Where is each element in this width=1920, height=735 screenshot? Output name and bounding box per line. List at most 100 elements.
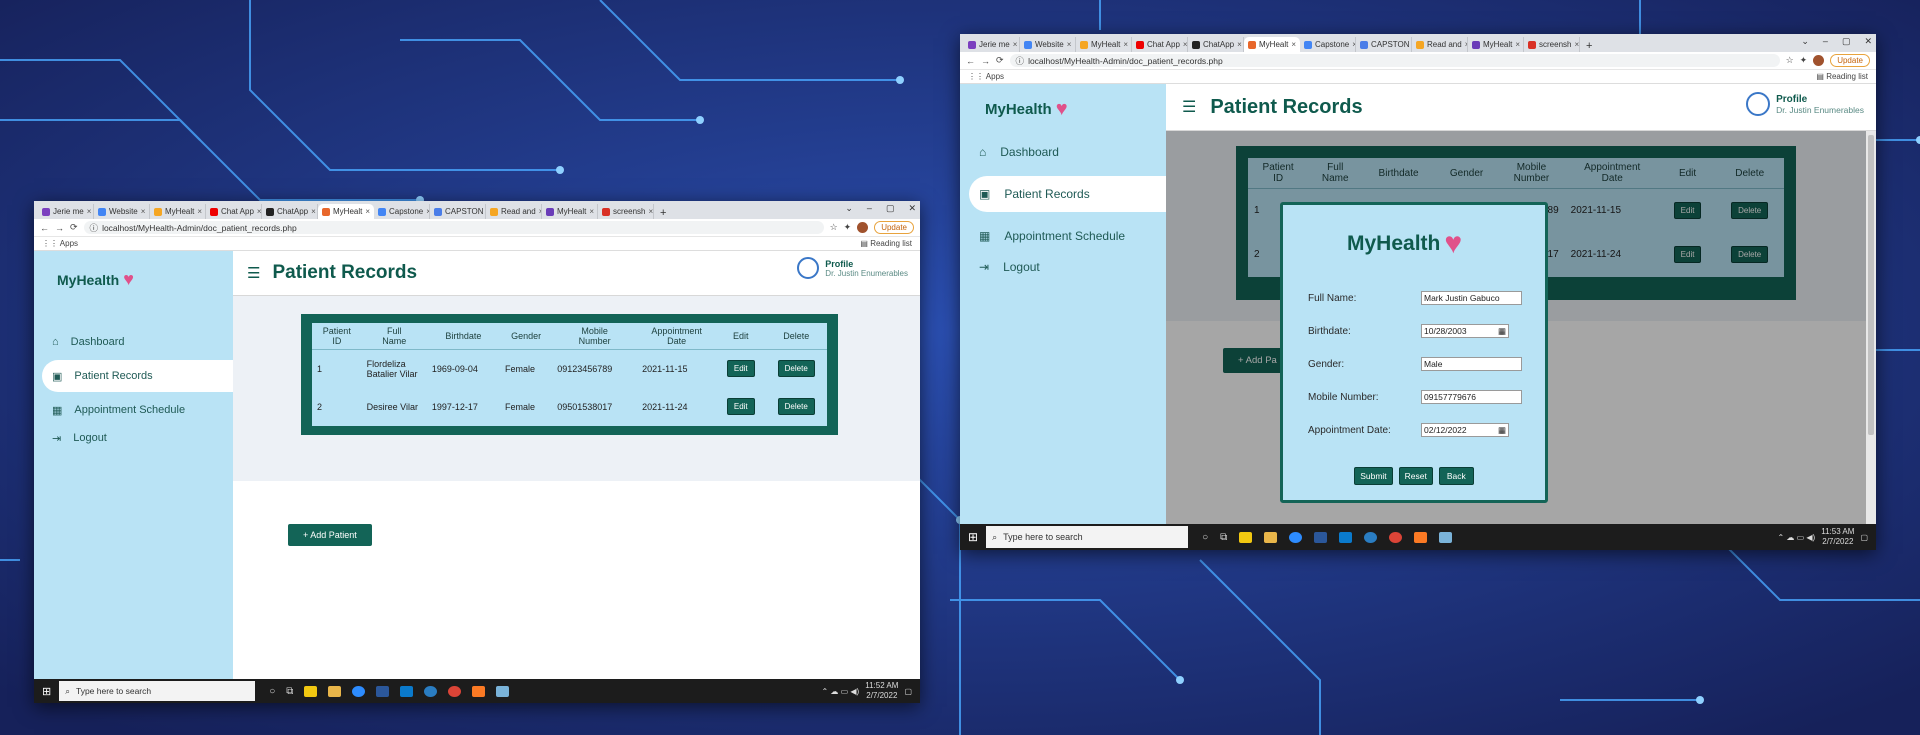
profile-block[interactable]: Profile Dr. Justin Enumerables xyxy=(797,257,908,279)
close-tab-icon[interactable]: × xyxy=(1067,40,1072,49)
mobile-number-input[interactable]: 09157779676 xyxy=(1421,390,1522,404)
browser-tab[interactable]: ChatApp × xyxy=(262,204,318,219)
hamburger-icon[interactable]: ☰ xyxy=(247,264,260,282)
close-tab-icon[interactable]: × xyxy=(589,207,594,216)
reading-list-button[interactable]: ▤ Reading list xyxy=(1816,72,1868,81)
extensions-icon[interactable]: ✦ xyxy=(1800,55,1808,66)
calendar-icon[interactable]: ▦ xyxy=(1498,326,1506,337)
browser-tab[interactable]: Capstone× xyxy=(374,204,430,219)
browser-tab[interactable]: CAPSTON× xyxy=(430,204,486,219)
chrome-icon[interactable] xyxy=(1389,531,1403,543)
gender-input[interactable]: Male xyxy=(1421,357,1522,371)
cortana-icon[interactable]: ○ xyxy=(1202,532,1208,543)
delete-button[interactable]: Delete xyxy=(777,398,815,415)
task-view-icon[interactable]: ⧉ xyxy=(1220,532,1227,543)
browser-tab[interactable]: Jerie me × xyxy=(964,37,1020,52)
chrome-icon[interactable] xyxy=(448,685,462,697)
browser-tab[interactable]: MyHealt × xyxy=(1244,37,1300,52)
nav-item-patient-records[interactable]: ▣ Patient Records xyxy=(42,360,233,392)
taskbar-search[interactable]: ⌕ Type here to search xyxy=(986,526,1189,548)
browser-tab[interactable]: Chat App × xyxy=(1132,37,1188,52)
browser-tab[interactable]: Jerie me × xyxy=(38,204,94,219)
apps-shortcut[interactable]: ⋮⋮ Apps xyxy=(42,239,78,248)
appointment-date-input[interactable]: 02/12/2022 ▦ xyxy=(1421,423,1509,437)
browser-tab[interactable]: Chat App × xyxy=(206,204,262,219)
reset-button[interactable]: Reset xyxy=(1398,467,1433,485)
file-explorer-icon[interactable] xyxy=(328,685,342,697)
clock[interactable]: 11:53 AM 2/7/2022 xyxy=(1821,527,1854,546)
close-tab-icon[interactable]: × xyxy=(87,207,92,216)
windows-start-icon[interactable]: ⊞ xyxy=(42,685,51,698)
word-icon[interactable] xyxy=(1314,531,1328,543)
close-tab-icon[interactable]: × xyxy=(311,207,316,216)
task-view-icon[interactable]: ⧉ xyxy=(286,686,293,697)
forward-icon[interactable]: → xyxy=(981,56,990,66)
chevron-down-icon[interactable]: ⌄ xyxy=(1801,36,1809,47)
minimize-icon[interactable]: – xyxy=(1823,36,1828,47)
address-bar[interactable]: ⓘ localhost/MyHealth-Admin/doc_patient_re… xyxy=(1009,54,1780,67)
xampp-icon[interactable] xyxy=(1414,531,1428,543)
windows-start-icon[interactable]: ⊞ xyxy=(968,530,978,544)
browser-tab[interactable]: Website × xyxy=(1020,37,1076,52)
back-icon[interactable]: ← xyxy=(40,223,49,233)
close-tab-icon[interactable]: × xyxy=(1574,40,1579,49)
browser-tab[interactable]: Website × xyxy=(94,204,150,219)
tray-icons[interactable]: ⌃ ☁ ▭ ◀) xyxy=(1777,533,1815,542)
new-tab-icon[interactable]: + xyxy=(654,207,672,219)
nav-item-appointment-schedule[interactable]: ▦ Appointment Schedule xyxy=(969,218,1166,254)
logo[interactable]: MyHealth ♥ xyxy=(57,269,134,290)
browser-tab[interactable]: MyHealt × xyxy=(150,204,206,219)
back-button[interactable]: Back xyxy=(1438,467,1474,485)
submit-button[interactable]: Submit xyxy=(1354,467,1393,485)
vscode-icon[interactable] xyxy=(400,685,414,697)
add-patient-button[interactable]: + Add Patient xyxy=(288,524,372,546)
star-icon[interactable]: ☆ xyxy=(1786,55,1794,66)
full-name-input[interactable]: Mark Justin Gabuco xyxy=(1421,291,1522,305)
close-tab-icon[interactable]: × xyxy=(1237,40,1242,49)
close-tab-icon[interactable]: × xyxy=(1123,40,1128,49)
update-button[interactable]: Update xyxy=(1830,54,1870,67)
new-tab-icon[interactable]: + xyxy=(1580,40,1598,52)
close-tab-icon[interactable]: × xyxy=(1515,40,1520,49)
nav-item-dashboard[interactable]: ⌂ Dashboard xyxy=(42,326,233,358)
vscode-icon[interactable] xyxy=(1339,531,1353,543)
logo[interactable]: MyHealth ♥ xyxy=(985,98,1068,121)
extensions-icon[interactable]: ✦ xyxy=(844,222,852,233)
profile-block[interactable]: Profile Dr. Justin Enumerables xyxy=(1746,92,1864,116)
sticky-notes-icon[interactable] xyxy=(304,685,318,697)
terminal-icon[interactable] xyxy=(1439,531,1453,543)
reload-icon[interactable]: ⟳ xyxy=(996,55,1004,66)
nav-item-patient-records[interactable]: ▣ Patient Records xyxy=(969,176,1166,212)
file-explorer-icon[interactable] xyxy=(1264,531,1278,543)
edit-button[interactable]: Edit xyxy=(726,360,755,378)
hamburger-icon[interactable]: ☰ xyxy=(1182,97,1196,117)
taskbar-search[interactable]: ⌕ Type here to search xyxy=(59,681,256,701)
star-icon[interactable]: ☆ xyxy=(830,222,838,233)
nav-item-logout[interactable]: ⇥ Logout xyxy=(969,254,1166,280)
edit-button[interactable]: Edit xyxy=(726,398,755,415)
close-icon[interactable]: ✕ xyxy=(1864,36,1872,47)
user-avatar[interactable] xyxy=(1813,55,1825,66)
terminal-icon[interactable] xyxy=(496,685,510,697)
word-icon[interactable] xyxy=(376,685,390,697)
nav-item-logout[interactable]: ⇥ Logout xyxy=(42,426,233,450)
close-tab-icon[interactable]: × xyxy=(1013,40,1018,49)
cortana-icon[interactable]: ○ xyxy=(269,686,275,697)
browser-tab[interactable]: screensh × xyxy=(598,204,654,219)
xampp-icon[interactable] xyxy=(472,685,486,697)
close-tab-icon[interactable]: × xyxy=(648,207,653,216)
browser-tab[interactable]: Read and× xyxy=(486,204,542,219)
reading-list-button[interactable]: ▤ Reading list xyxy=(860,239,912,248)
sticky-notes-icon[interactable] xyxy=(1239,531,1253,543)
calendar-icon[interactable]: ▦ xyxy=(1498,425,1506,436)
address-bar[interactable]: ⓘ localhost/MyHealth-Admin/doc_patient_re… xyxy=(83,221,824,234)
apps-shortcut[interactable]: ⋮⋮ Apps xyxy=(968,72,1004,81)
browser-tab[interactable]: Capstone× xyxy=(1300,37,1356,52)
notification-icon[interactable]: ▢ xyxy=(1860,533,1868,542)
browser-tab[interactable]: screensh × xyxy=(1524,37,1580,52)
scrollbar-thumb[interactable] xyxy=(1868,135,1874,435)
nav-item-dashboard[interactable]: ⌂ Dashboard xyxy=(969,134,1166,170)
browser-tab[interactable]: MyHealt × xyxy=(542,204,598,219)
back-icon[interactable]: ← xyxy=(966,56,975,66)
close-tab-icon[interactable]: × xyxy=(197,207,202,216)
